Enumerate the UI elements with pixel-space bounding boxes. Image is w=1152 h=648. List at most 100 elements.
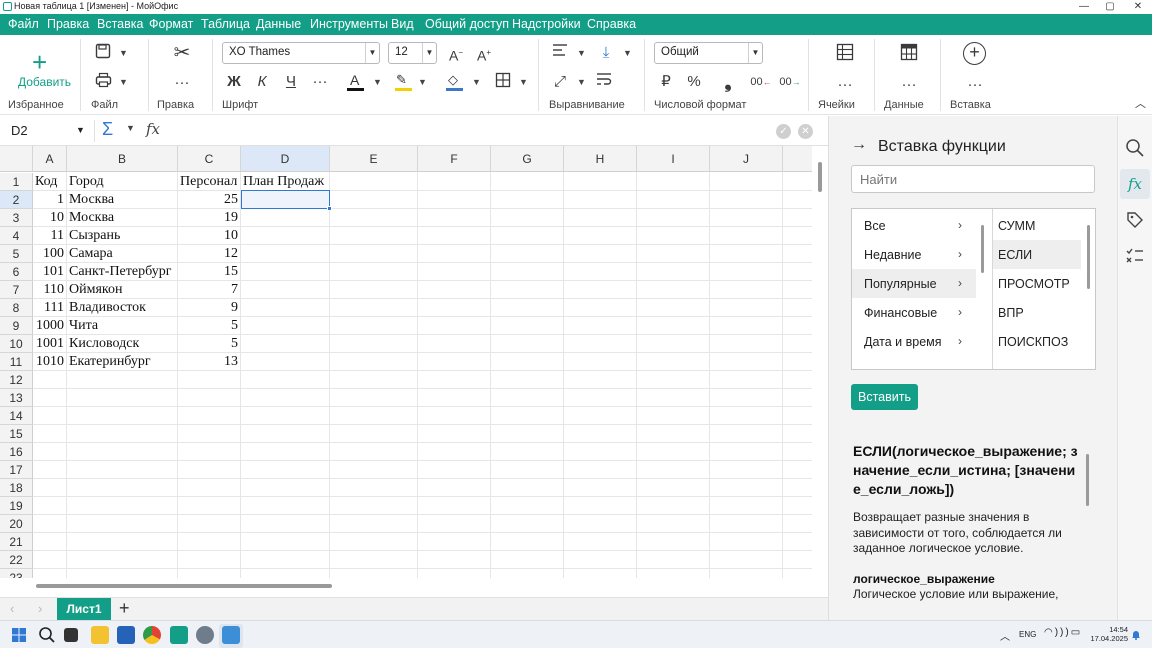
row-header[interactable]: 16 — [0, 443, 33, 461]
column-header-e[interactable]: E — [330, 146, 418, 172]
collapse-ribbon-icon[interactable]: ︿ — [1135, 95, 1146, 111]
function-item[interactable]: ПОИСКПОЗ — [998, 335, 1068, 349]
row-header[interactable]: 8 — [0, 299, 33, 317]
menu-view[interactable]: Вид — [391, 17, 414, 31]
cell-b9[interactable]: Чита — [69, 317, 98, 335]
selected-cell-d2[interactable] — [241, 190, 330, 209]
percent-button[interactable]: % — [684, 72, 704, 92]
cell-b1[interactable]: Город — [69, 173, 104, 191]
cell-a2[interactable]: 1 — [33, 191, 66, 209]
column-header-h[interactable]: H — [564, 146, 637, 172]
category-all[interactable]: Все — [864, 219, 886, 233]
insert-button[interactable]: Вставить — [851, 384, 918, 410]
menu-format[interactable]: Формат — [149, 17, 193, 31]
column-header-c[interactable]: C — [178, 146, 241, 172]
bold-button[interactable]: Ж — [224, 72, 244, 92]
data-table-icon[interactable] — [898, 43, 920, 67]
fill-color-icon[interactable]: ◇ — [445, 72, 465, 94]
save-chevron-down-icon[interactable]: ▼ — [119, 48, 128, 58]
close-button[interactable]: ✕ — [1124, 0, 1152, 14]
menu-tools[interactable]: Инструменты — [310, 17, 388, 31]
row-header[interactable]: 4 — [0, 227, 33, 245]
row-header[interactable]: 7 — [0, 281, 33, 299]
column-header-d[interactable]: D — [241, 146, 330, 172]
cell-c1[interactable]: Персонал — [180, 173, 237, 191]
more-icon[interactable]: ··· — [172, 73, 192, 93]
sheet-tab-active[interactable]: Лист1 — [57, 598, 111, 621]
cell-b4[interactable]: Сызрань — [69, 227, 120, 245]
valign-bottom-icon[interactable]: ⤓ — [596, 43, 616, 63]
windows-start-icon[interactable] — [12, 628, 26, 642]
borders-chevron-down-icon[interactable]: ▼ — [519, 77, 528, 87]
checklist-icon[interactable] — [1125, 246, 1145, 266]
description-scrollbar-thumb[interactable] — [1086, 454, 1089, 506]
increase-font-icon[interactable]: A+ — [474, 43, 494, 66]
notification-bell-icon[interactable] — [1131, 629, 1141, 640]
menu-file[interactable]: Файл — [8, 17, 39, 31]
horizontal-scrollbar-thumb[interactable] — [36, 584, 332, 588]
italic-button[interactable]: К — [252, 72, 272, 92]
cell-d1[interactable]: План Продаж — [243, 173, 324, 191]
cell-a11[interactable]: 1010 — [33, 353, 66, 371]
prev-sheet-icon[interactable]: ‹ — [10, 601, 14, 616]
minimize-button[interactable]: — — [1070, 0, 1098, 14]
cell-c5[interactable]: 12 — [178, 245, 240, 263]
decrease-font-icon[interactable]: A− — [446, 43, 466, 66]
row-header[interactable]: 21 — [0, 533, 33, 551]
menu-data[interactable]: Данные — [256, 17, 301, 31]
name-box[interactable]: D2 ▼ — [4, 120, 90, 142]
column-header-f[interactable]: F — [418, 146, 491, 172]
menu-sharing[interactable]: Общий доступ — [425, 17, 509, 31]
cell-b5[interactable]: Самара — [69, 245, 113, 263]
task-view-icon[interactable] — [64, 628, 78, 642]
halign-chevron-down-icon[interactable]: ▼ — [577, 48, 586, 58]
vertical-scrollbar-thumb[interactable] — [818, 162, 822, 192]
cell-a9[interactable]: 1000 — [33, 317, 66, 335]
menu-edit[interactable]: Правка — [47, 17, 89, 31]
row-header[interactable]: 17 — [0, 461, 33, 479]
cell-c9[interactable]: 5 — [178, 317, 240, 335]
row-header[interactable]: 5 — [0, 245, 33, 263]
cell-a8[interactable]: 111 — [33, 299, 66, 317]
row-header[interactable]: 6 — [0, 263, 33, 281]
row-header[interactable]: 19 — [0, 497, 33, 515]
fill-chevron-down-icon[interactable]: ▼ — [472, 77, 481, 87]
currency-button[interactable]: ₽ — [656, 72, 676, 92]
menu-table[interactable]: Таблица — [201, 17, 250, 31]
cells-icon[interactable] — [834, 43, 856, 67]
cell-c4[interactable]: 10 — [178, 227, 240, 245]
number-format-select[interactable]: Общий ▼ — [654, 42, 763, 64]
cell-b6[interactable]: Санкт-Петербург — [69, 263, 171, 281]
search-icon[interactable] — [1125, 138, 1145, 158]
row-header[interactable]: 18 — [0, 479, 33, 497]
cell-a1[interactable]: Код — [35, 173, 57, 191]
row-header[interactable]: 22 — [0, 551, 33, 569]
function-icon[interactable]: fx — [1120, 169, 1150, 199]
function-item[interactable]: ВПР — [998, 306, 1024, 320]
valign-chevron-down-icon[interactable]: ▼ — [623, 48, 632, 58]
cell-c8[interactable]: 9 — [178, 299, 240, 317]
align-left-icon[interactable] — [550, 43, 570, 63]
font-color-chevron-down-icon[interactable]: ▼ — [373, 77, 382, 87]
arrow-right-icon[interactable]: → — [851, 136, 867, 154]
cell-b8[interactable]: Владивосток — [69, 299, 146, 317]
spreadsheet-grid[interactable]: A B C D E F G H I J 1 2 3 4 5 6 7 8 9 10… — [0, 146, 812, 578]
row-header[interactable]: 11 — [0, 353, 33, 371]
maximize-button[interactable]: ▢ — [1096, 0, 1124, 14]
category-datetime[interactable]: Дата и время — [864, 335, 942, 349]
cell-c3[interactable]: 19 — [178, 209, 240, 227]
clock[interactable]: 14:54 17.04.2025 — [1090, 625, 1128, 643]
insert-function-icon[interactable]: fx — [146, 120, 160, 138]
cell-c11[interactable]: 13 — [178, 353, 240, 371]
print-icon[interactable] — [93, 72, 113, 94]
cell-a4[interactable]: 11 — [33, 227, 66, 245]
cell-c6[interactable]: 15 — [178, 263, 240, 281]
cell-c2[interactable]: 25 — [178, 191, 240, 209]
borders-icon[interactable] — [493, 72, 513, 94]
paint-icon[interactable] — [222, 626, 240, 644]
tag-icon[interactable] — [1125, 210, 1145, 230]
cell-a3[interactable]: 10 — [33, 209, 66, 227]
menu-insert[interactable]: Вставка — [97, 17, 143, 31]
more-font-icon[interactable]: ··· — [310, 72, 330, 92]
function-item[interactable]: СУММ — [998, 219, 1035, 233]
